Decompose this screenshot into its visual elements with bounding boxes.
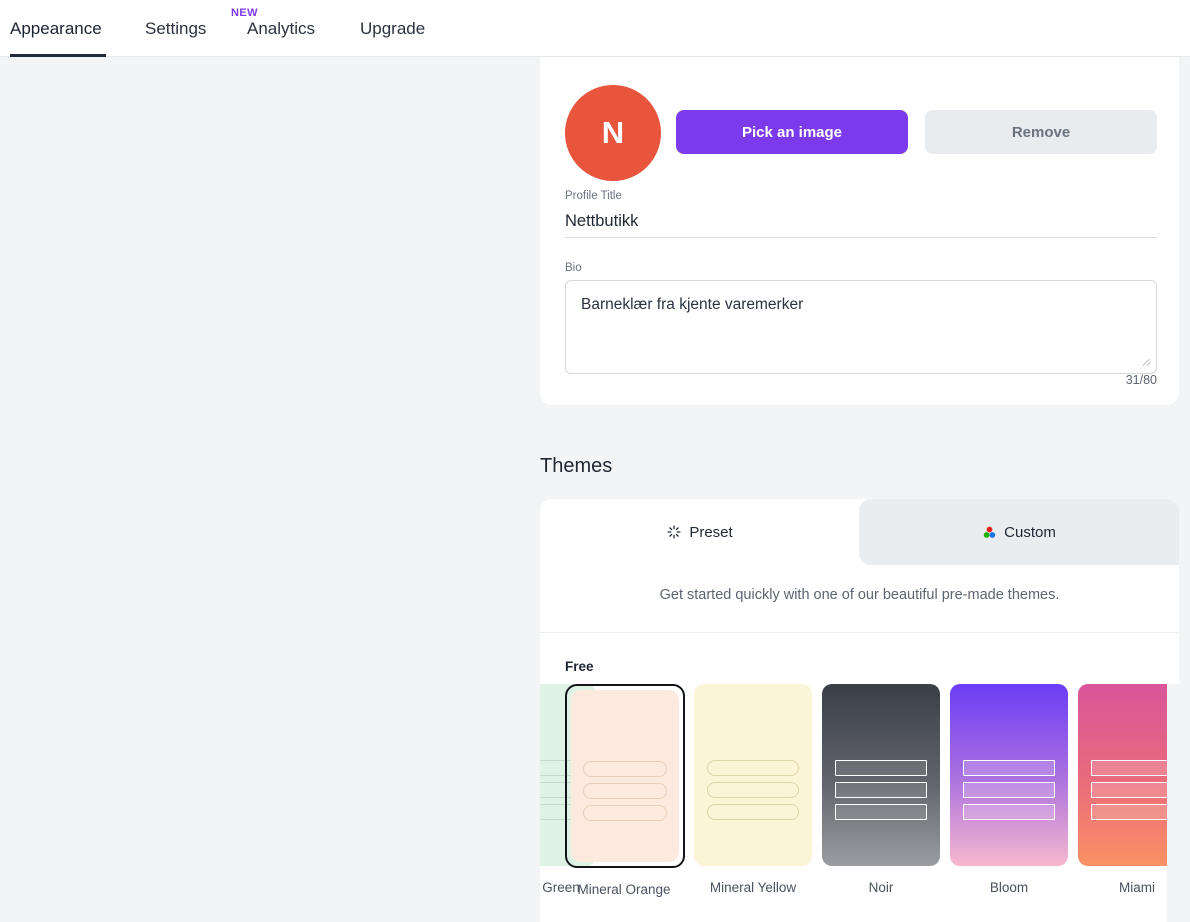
- themes-subtitle: Get started quickly with one of our beau…: [540, 587, 1179, 603]
- avatar[interactable]: N: [565, 85, 661, 181]
- bio-character-counter: 31/80: [1126, 373, 1157, 387]
- theme-preview-button: [1091, 760, 1179, 776]
- theme-preview-button: [707, 760, 799, 776]
- nav-tab-settings[interactable]: Settings: [145, 0, 206, 57]
- profile-card: N Pick an image Remove Profile Title Bio…: [540, 57, 1179, 405]
- theme-preview-button: [963, 804, 1055, 820]
- theme-card-label: Mineral Yellow: [694, 878, 812, 899]
- remove-image-button[interactable]: Remove: [925, 110, 1157, 154]
- active-tab-underline: [10, 54, 106, 57]
- appearance-page: AppearanceSettingsAnalyticsNEWUpgrade N …: [0, 0, 1190, 922]
- tab-custom-label: Custom: [1004, 524, 1056, 541]
- theme-preview-button: [583, 761, 667, 777]
- theme-card[interactable]: Miami: [1078, 684, 1179, 899]
- theme-swatch-wrap: [950, 684, 1068, 866]
- theme-swatch-wrap: [694, 684, 812, 866]
- theme-swatch-preview: [822, 684, 940, 866]
- tab-preset[interactable]: Preset: [540, 499, 859, 565]
- theme-preview-button: [583, 783, 667, 799]
- theme-preview-button: [963, 782, 1055, 798]
- theme-preview-buttons: [963, 760, 1055, 820]
- theme-card[interactable]: Bloom: [950, 684, 1068, 899]
- tab-preset-label: Preset: [689, 524, 732, 541]
- theme-list-scroll-edge[interactable]: [1167, 684, 1179, 922]
- theme-preview-button: [707, 782, 799, 798]
- theme-preview-buttons: [583, 761, 667, 821]
- divider: [540, 632, 1179, 633]
- themes-group-label: Free: [565, 659, 594, 674]
- theme-card-label: Mineral Orange: [565, 880, 683, 901]
- themes-tabs: Preset Custom: [540, 499, 1179, 565]
- theme-card-label: Noir: [822, 878, 940, 899]
- theme-preview-buttons: [835, 760, 927, 820]
- new-badge: NEW: [231, 7, 258, 19]
- theme-swatch-wrap: [565, 684, 685, 868]
- theme-swatch-preview: [571, 690, 679, 862]
- pick-image-button[interactable]: Pick an image: [676, 110, 908, 154]
- top-navigation: AppearanceSettingsAnalyticsNEWUpgrade: [0, 0, 1190, 57]
- theme-card[interactable]: Mineral Orange: [565, 684, 683, 901]
- theme-swatch-preview: [950, 684, 1068, 866]
- theme-preview-button: [583, 805, 667, 821]
- bio-label: Bio: [565, 262, 582, 274]
- theme-swatch-preview: [1078, 684, 1179, 866]
- theme-preview-button: [835, 782, 927, 798]
- bio-input[interactable]: [565, 280, 1157, 374]
- theme-preview-button: [707, 804, 799, 820]
- sparkle-icon: [666, 524, 682, 540]
- theme-preview-button: [1091, 804, 1179, 820]
- profile-title-label: Profile Title: [565, 190, 622, 202]
- profile-title-input[interactable]: [565, 205, 1157, 238]
- theme-card-list[interactable]: Mineral GreenMineral OrangeMineral Yello…: [540, 684, 1179, 922]
- theme-preview-button: [963, 760, 1055, 776]
- theme-preview-button: [1091, 782, 1179, 798]
- theme-preview-button: [835, 804, 927, 820]
- theme-card-label: Miami: [1078, 878, 1179, 899]
- theme-card[interactable]: Noir: [822, 684, 940, 899]
- themes-heading: Themes: [540, 455, 612, 478]
- theme-preview-buttons: [707, 760, 799, 820]
- theme-preview-button: [835, 760, 927, 776]
- theme-swatch-preview: [694, 684, 812, 866]
- tab-custom[interactable]: Custom: [859, 499, 1179, 565]
- theme-preview-buttons: [1091, 760, 1179, 820]
- theme-swatch-wrap: [822, 684, 940, 866]
- theme-card[interactable]: Mineral Yellow: [694, 684, 812, 899]
- nav-tab-appearance[interactable]: Appearance: [10, 0, 102, 57]
- theme-card-label: Bloom: [950, 878, 1068, 899]
- theme-swatch-wrap: [1078, 684, 1179, 866]
- nav-tabs: AppearanceSettingsAnalyticsNEWUpgrade: [0, 0, 1190, 57]
- nav-tab-upgrade[interactable]: Upgrade: [360, 0, 425, 57]
- color-dots-icon: [982, 525, 997, 540]
- themes-card: Preset Custom Get started quickly with o…: [540, 499, 1179, 922]
